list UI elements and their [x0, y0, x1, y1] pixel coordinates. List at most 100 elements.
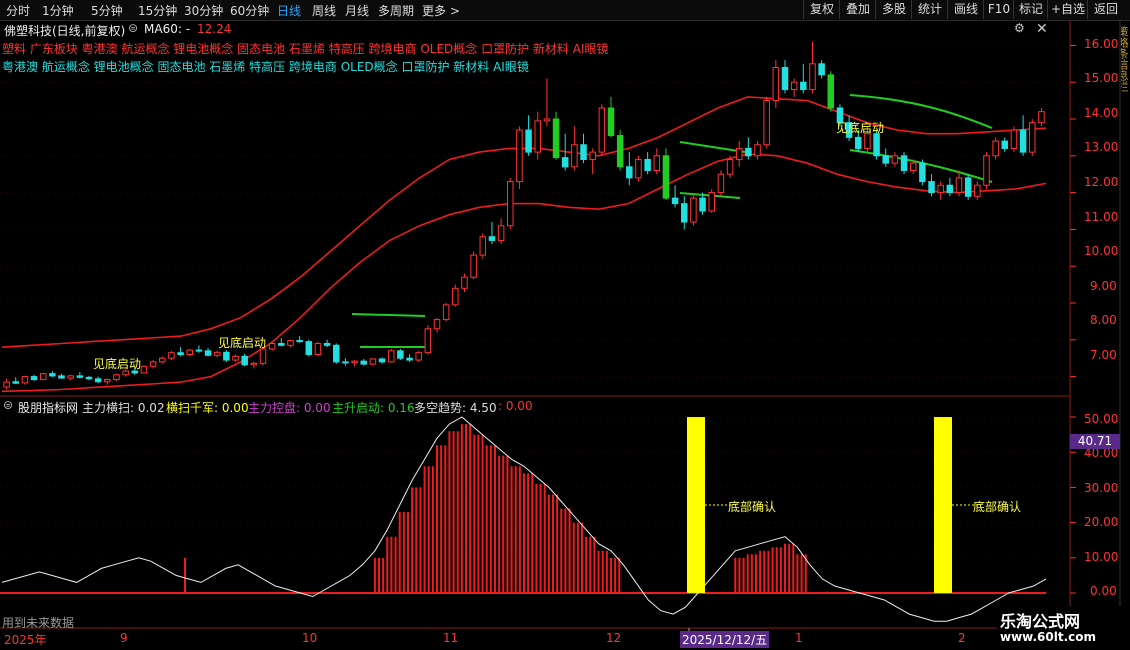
candle-body — [314, 342, 322, 356]
candle-body — [543, 118, 551, 122]
candle-body — [827, 74, 835, 109]
candle-body — [726, 158, 734, 175]
band-upper-line — [1, 96, 1047, 348]
candle-body — [699, 197, 706, 212]
price-axis-label: 8.00 — [1090, 313, 1117, 327]
candle-body — [259, 348, 267, 364]
green-channel-line — [679, 141, 746, 153]
candle-body — [49, 373, 56, 377]
gear-icon[interactable]: ⚙ — [1014, 21, 1025, 35]
candle-body — [937, 184, 944, 194]
candle-body — [305, 341, 313, 356]
candle-body — [516, 129, 523, 183]
candle-body — [113, 374, 120, 381]
candle-body — [397, 350, 404, 359]
candle-body — [333, 344, 340, 363]
candle-body — [351, 360, 358, 364]
candle-body — [662, 155, 670, 199]
candle-body — [369, 358, 377, 365]
date-axis-month: 1 — [795, 631, 803, 645]
concept-tags-row2: 粤港澳 航运概念 锂电池概念 固态电池 石墨烯 特高压 跨境电商 OLED概念 … — [2, 60, 529, 74]
candle-body — [424, 328, 432, 354]
candle-body — [452, 287, 459, 306]
candle-body — [909, 162, 917, 172]
candle-body — [470, 254, 477, 278]
candle-body — [800, 81, 807, 91]
candle-body — [85, 376, 93, 380]
candle-body — [534, 120, 541, 153]
candle-body — [177, 352, 184, 356]
candle-body — [507, 181, 514, 227]
green-channel-line — [351, 313, 426, 317]
candle-body — [928, 181, 935, 194]
indicator-value-main-rise: 主升启动: 0.16 — [332, 401, 415, 415]
side-info-strip[interactable]: 策略条信息栏 — [1121, 26, 1130, 396]
indicator-value-sweep: 主力横扫: 0.02 — [82, 401, 165, 415]
close-panel-icon[interactable]: ✕ — [1036, 21, 1048, 37]
candle-body — [21, 376, 29, 384]
candle-body — [461, 276, 468, 289]
candle-body — [607, 107, 615, 137]
candle-body — [708, 192, 715, 212]
candle-body — [561, 157, 569, 168]
candle-body — [76, 375, 84, 378]
candle-body — [387, 350, 395, 363]
settings-circle-icon[interactable]: ⊜ — [128, 21, 138, 35]
indicator-value-trend: 多空趋势: 4.50 — [414, 401, 497, 415]
kline-chart-canvas[interactable] — [0, 0, 1130, 650]
indicator-settings-icon[interactable]: ⊜ — [3, 398, 13, 412]
bottom-confirm-label: 底部确认 — [728, 500, 777, 514]
band-lower-line — [1, 153, 1047, 393]
candle-body — [763, 100, 770, 146]
candle-body — [104, 379, 111, 383]
watermark-url: www.60lt.com — [1000, 630, 1097, 644]
candle-body — [616, 135, 624, 168]
candle-body — [974, 184, 981, 197]
candle-body — [790, 81, 798, 91]
candle-body — [681, 203, 688, 223]
bottom-confirm-bar — [687, 417, 705, 593]
candle-body — [580, 144, 587, 160]
candle-body — [241, 355, 248, 366]
candle-body — [296, 340, 303, 343]
candle-body — [626, 166, 633, 179]
candle-body — [735, 147, 743, 160]
price-axis-label: 15.00 — [1084, 71, 1119, 85]
indicator-name: 股朋指标网 — [18, 401, 79, 415]
candle-body — [149, 361, 157, 367]
ma-value: 12.24 — [197, 22, 232, 36]
candle-body — [900, 155, 908, 172]
candle-body — [186, 349, 193, 356]
candle-body — [278, 342, 285, 346]
bottom-confirm-bar — [934, 417, 952, 593]
candle-body — [406, 357, 413, 361]
price-axis-label: 14.00 — [1084, 106, 1119, 120]
candle-body — [213, 351, 221, 356]
candle-body — [360, 360, 367, 365]
date-axis-month: 12 — [606, 631, 622, 645]
candle-body — [955, 177, 963, 194]
candle-body — [1019, 129, 1027, 153]
candle-body — [552, 118, 560, 159]
candle-body — [342, 361, 349, 364]
candle-body — [39, 373, 47, 381]
signal-label-bottom-start: 见底启动 — [218, 336, 267, 350]
candle-body — [882, 155, 889, 164]
indicator-axis-label: 10.00 — [1084, 550, 1119, 564]
candle-body — [140, 365, 148, 374]
indicator-axis-label: 20.00 — [1084, 515, 1119, 529]
indicator-value-red: : 0.00 — [498, 399, 533, 413]
candle-body — [855, 136, 862, 149]
indicator-axis-label: 0.00 — [1090, 584, 1117, 598]
candle-body — [488, 236, 496, 241]
candle-body — [745, 147, 752, 157]
candle-body — [378, 358, 386, 363]
candle-body — [873, 133, 880, 157]
candle-body — [12, 381, 19, 384]
price-axis-label: 12.00 — [1084, 175, 1119, 189]
candle-body — [67, 375, 74, 379]
indicator-axis-label: 50.00 — [1084, 412, 1119, 426]
candle-body — [809, 63, 816, 91]
candle-body — [168, 352, 175, 359]
date-axis-year: 2025年 — [4, 633, 47, 647]
